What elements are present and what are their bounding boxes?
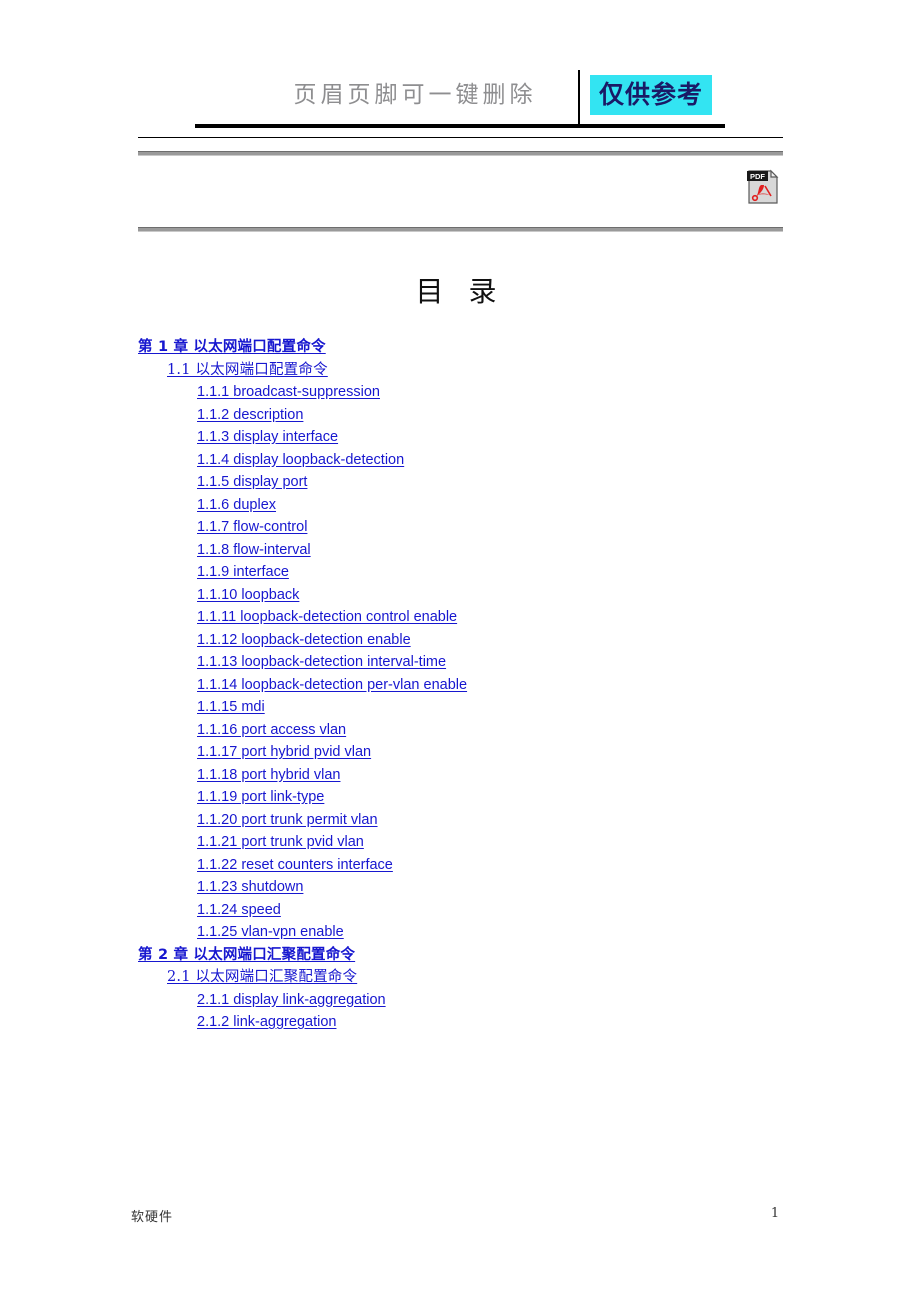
toc-link-item[interactable]: 1.1.13 loopback-detection interval-time [197, 651, 446, 674]
svg-text:PDF: PDF [750, 172, 765, 181]
toc-link-item[interactable]: 1.1.8 flow-interval [197, 539, 311, 562]
toc-link-item[interactable]: 1.1.1 broadcast-suppression [197, 381, 380, 404]
toc-link-section[interactable]: 1.1 以太网端口配置命令 [167, 359, 328, 382]
header-watermark-text: 页眉页脚可一键删除 [293, 82, 537, 108]
toc-link-item[interactable]: 1.1.5 display port [197, 471, 307, 494]
header-rule-gray-top [138, 151, 783, 156]
toc-link-item[interactable]: 1.1.24 speed [197, 899, 281, 922]
toc-link-item[interactable]: 1.1.20 port trunk permit vlan [197, 809, 378, 832]
document-page: 页眉页脚可一键删除 仅供参考 PDF 目 录 第 1 章 以太网端口配置命令 1.… [0, 0, 920, 1302]
page-header: 页眉页脚可一键删除 仅供参考 [0, 0, 920, 160]
toc-link-item[interactable]: 1.1.10 loopback [197, 584, 299, 607]
toc-link-item[interactable]: 2.1.2 link-aggregation [197, 1011, 336, 1034]
toc-link-item[interactable]: 1.1.3 display interface [197, 426, 338, 449]
footer-page-number: 1 [770, 1206, 780, 1221]
toc-link-item[interactable]: 1.1.15 mdi [197, 696, 265, 719]
toc-link-item[interactable]: 1.1.14 loopback-detection per-vlan enabl… [197, 674, 467, 697]
toc-link-item[interactable]: 1.1.7 flow-control [197, 516, 307, 539]
header-watermark-block: 页眉页脚可一键删除 仅供参考 [195, 62, 725, 128]
toc-link-item[interactable]: 1.1.25 vlan-vpn enable [197, 921, 344, 944]
toc-link-chapter[interactable]: 第 2 章 以太网端口汇聚配置命令 [138, 944, 355, 967]
toc-link-section[interactable]: 2.1 以太网端口汇聚配置命令 [167, 966, 357, 989]
header-underline-bar [195, 124, 725, 128]
toc-link-item[interactable]: 1.1.12 loopback-detection enable [197, 629, 411, 652]
pdf-file-icon[interactable]: PDF [745, 168, 781, 206]
toc-link-item[interactable]: 1.1.11 loopback-detection control enable [197, 606, 457, 629]
table-of-contents: 第 1 章 以太网端口配置命令 1.1 以太网端口配置命令 1.1.1 broadc… [0, 336, 920, 1034]
page-title: 目 录 [415, 275, 505, 308]
toc-link-item[interactable]: 1.1.19 port link-type [197, 786, 324, 809]
toc-link-item[interactable]: 1.1.17 port hybrid pvid vlan [197, 741, 371, 764]
header-vertical-divider [578, 70, 580, 124]
toc-link-item[interactable]: 1.1.2 description [197, 404, 303, 427]
page-footer: 软硬件 1 [0, 1206, 920, 1230]
header-rule-black [138, 137, 783, 138]
toc-link-item[interactable]: 2.1.1 display link-aggregation [197, 989, 386, 1012]
toc-link-item[interactable]: 1.1.4 display loopback-detection [197, 449, 404, 472]
toc-link-item[interactable]: 1.1.23 shutdown [197, 876, 303, 899]
toc-link-item[interactable]: 1.1.21 port trunk pvid vlan [197, 831, 364, 854]
toc-link-chapter[interactable]: 第 1 章 以太网端口配置命令 [138, 336, 326, 359]
toc-link-item[interactable]: 1.1.16 port access vlan [197, 719, 346, 742]
header-rule-gray-bottom [138, 227, 783, 232]
toc-link-item[interactable]: 1.1.9 interface [197, 561, 289, 584]
toc-link-item[interactable]: 1.1.18 port hybrid vlan [197, 764, 340, 787]
footer-left-text: 软硬件 [131, 1210, 174, 1225]
reference-only-badge: 仅供参考 [590, 75, 712, 115]
toc-link-item[interactable]: 1.1.6 duplex [197, 494, 276, 517]
toc-link-item[interactable]: 1.1.22 reset counters interface [197, 854, 393, 877]
